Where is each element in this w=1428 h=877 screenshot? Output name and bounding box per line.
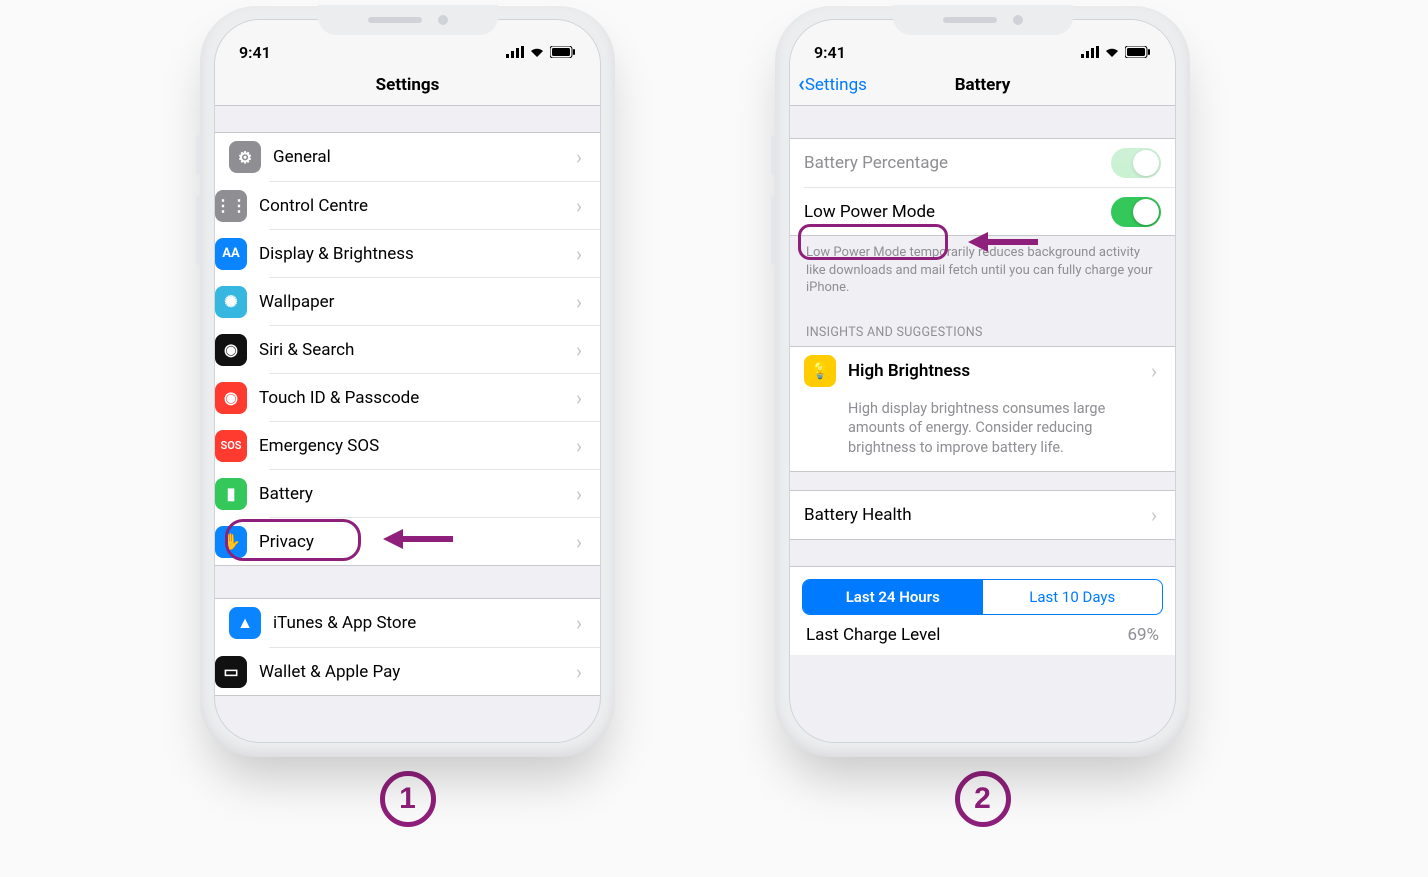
row-label: Battery [259, 484, 576, 504]
chevron-right-icon: › [576, 290, 586, 314]
cellular-icon [1081, 43, 1099, 62]
seg-last-10-days[interactable]: Last 10 Days [983, 580, 1163, 614]
settings-group-2: ▲iTunes & App Store›▭Wallet & Apple Pay› [215, 598, 600, 696]
row-display-brightness[interactable]: AADisplay & Brightness› [269, 229, 600, 277]
segmented-control-range[interactable]: Last 24 Hours Last 10 Days [802, 579, 1163, 615]
row-wallpaper[interactable]: ✺Wallpaper› [269, 277, 600, 325]
toggle-low-power-mode[interactable] [1111, 197, 1161, 227]
wifi-icon [1104, 43, 1120, 62]
settings-group-1: ⚙General›⋮⋮Control Centre›AADisplay & Br… [215, 132, 600, 566]
page-title: Settings [376, 75, 440, 95]
chevron-right-icon: › [576, 660, 586, 684]
row-label: Battery Percentage [804, 153, 1111, 173]
chevron-left-icon: ‹ [798, 72, 805, 97]
phone-mockup-2: 9:41 ‹ [775, 5, 1190, 757]
back-button[interactable]: ‹ Settings [798, 72, 867, 97]
general-icon: ⚙ [229, 141, 261, 173]
toggle-battery-percentage[interactable] [1111, 148, 1161, 178]
row-label: General [273, 147, 576, 167]
row-label: Battery Health [804, 505, 1151, 525]
battery-icon [550, 43, 576, 62]
chevron-right-icon: › [576, 434, 586, 458]
row-label: Wallet & Apple Pay [259, 662, 576, 682]
row-label: Low Power Mode [804, 202, 1111, 222]
last-charge-label: Last Charge Level [806, 625, 940, 645]
wallpaper-icon: ✺ [215, 286, 247, 318]
row-label: Control Centre [259, 196, 576, 216]
row-label: Display & Brightness [259, 244, 576, 264]
row-control-centre[interactable]: ⋮⋮Control Centre› [269, 181, 600, 229]
battery-icon: ▮ [215, 478, 247, 510]
status-time: 9:41 [814, 43, 846, 62]
step-badge-2: 2 [955, 771, 1011, 827]
display-brightness-icon: AA [215, 238, 247, 270]
cellular-icon [506, 43, 524, 62]
high-brightness-description: High display brightness consumes large a… [790, 395, 1175, 472]
chevron-right-icon: › [1151, 359, 1161, 383]
row-itunes-app-store[interactable]: ▲ iTunes & App Store› [215, 599, 600, 647]
lightbulb-icon: 💡 [804, 355, 836, 387]
chevron-right-icon: › [576, 611, 586, 635]
row-label: Siri & Search [259, 340, 576, 360]
row-label: Wallpaper [259, 292, 576, 312]
itunes-app-store-icon: ▲ [229, 607, 261, 639]
control-centre-icon: ⋮⋮ [215, 190, 247, 222]
wifi-icon [529, 43, 545, 62]
screen-settings: 9:41 Settings [214, 19, 601, 743]
privacy-icon: ✋ [215, 526, 247, 558]
status-time: 9:41 [239, 43, 271, 62]
chevron-right-icon: › [576, 194, 586, 218]
row-touch-id[interactable]: ◉Touch ID & Passcode› [269, 373, 600, 421]
row-label: Touch ID & Passcode [259, 388, 576, 408]
chevron-right-icon: › [576, 338, 586, 362]
row-battery[interactable]: ▮Battery› [269, 469, 600, 517]
row-label: iTunes & App Store [273, 613, 576, 633]
battery-icon [1125, 43, 1151, 62]
row-emergency-sos[interactable]: SOSEmergency SOS› [269, 421, 600, 469]
row-wallet-apple-pay[interactable]: ▭Wallet & Apple Pay› [269, 647, 600, 695]
chevron-right-icon: › [576, 242, 586, 266]
screen-battery: 9:41 ‹ [789, 19, 1176, 743]
chevron-right-icon: › [576, 482, 586, 506]
device-notch [318, 5, 498, 35]
row-battery-percentage[interactable]: Battery Percentage [790, 139, 1175, 187]
arrow-annotation [383, 525, 457, 557]
last-charge-value: 69% [1127, 625, 1159, 645]
nav-bar: ‹ Settings Battery [790, 64, 1175, 106]
battery-toggles-group: Battery Percentage Low Power Mode [790, 138, 1175, 236]
emergency-sos-icon: SOS [215, 430, 247, 462]
insights-group: 💡 High Brightness › High display brightn… [790, 346, 1175, 473]
row-general[interactable]: ⚙ General› [215, 133, 600, 181]
battery-health-group: Battery Health › [790, 490, 1175, 540]
arrow-annotation [968, 228, 1042, 260]
nav-bar: Settings [215, 64, 600, 106]
chevron-right-icon: › [1151, 503, 1161, 527]
phone-mockup-1: 9:41 Settings [200, 5, 615, 757]
page-title: Battery [955, 75, 1011, 95]
device-notch [893, 5, 1073, 35]
row-label: Emergency SOS [259, 436, 576, 456]
row-siri-search[interactable]: ◉Siri & Search› [269, 325, 600, 373]
row-label: High Brightness [848, 361, 1151, 381]
siri-search-icon: ◉ [215, 334, 247, 366]
seg-last-24-hours[interactable]: Last 24 Hours [803, 580, 983, 614]
chevron-right-icon: › [576, 145, 586, 169]
row-high-brightness[interactable]: 💡 High Brightness › [790, 347, 1175, 395]
row-battery-health[interactable]: Battery Health › [790, 491, 1175, 539]
chevron-right-icon: › [576, 386, 586, 410]
back-label: Settings [805, 75, 867, 95]
chevron-right-icon: › [576, 530, 586, 554]
insights-header: INSIGHTS AND SUGGESTIONS [790, 301, 1175, 346]
step-badge-1: 1 [380, 771, 436, 827]
touch-id-icon: ◉ [215, 382, 247, 414]
row-last-charge-level: Last Charge Level 69% [790, 615, 1175, 655]
wallet-apple-pay-icon: ▭ [215, 656, 247, 688]
